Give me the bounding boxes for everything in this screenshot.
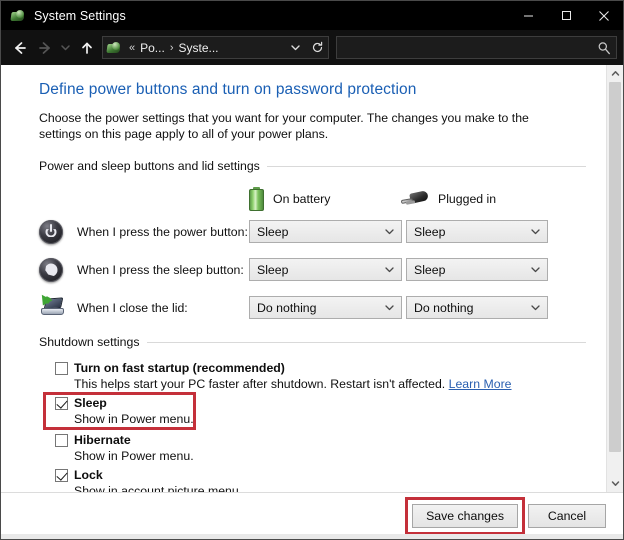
save-button[interactable]: Save changes — [412, 504, 518, 528]
sleep-button-plugged-in-value: Sleep — [407, 263, 445, 277]
scrollbar-track[interactable] — [607, 82, 623, 475]
power-section-header: Power and sleep buttons and lid settings — [39, 159, 586, 173]
power-button-plugged-in-dropdown[interactable]: Sleep — [406, 220, 548, 243]
chevron-down-icon — [530, 297, 541, 318]
checkbox-item-hibernate: Hibernate Show in Power menu. — [55, 432, 586, 464]
setting-label-power-button: When I press the power button: — [77, 225, 249, 239]
setting-label-sleep-button: When I press the sleep button: — [77, 263, 249, 277]
checkbox-item-fast-startup: Turn on fast startup (recommended) This … — [55, 360, 586, 392]
chevron-down-icon — [530, 221, 541, 242]
breadcrumb-root[interactable]: « — [126, 42, 138, 54]
laptop-lid-icon — [39, 297, 77, 319]
breadcrumb-item-power-options[interactable]: Po... — [138, 41, 167, 55]
checkbox-item-lock: Lock Show in account picture menu. — [55, 467, 586, 492]
sleep-label[interactable]: Sleep — [74, 395, 107, 411]
breadcrumb-item-system-settings[interactable]: Syste... — [176, 41, 220, 55]
fast-startup-checkbox[interactable] — [55, 362, 68, 375]
lock-label[interactable]: Lock — [74, 467, 103, 483]
fast-startup-description: This helps start your PC faster after sh… — [74, 376, 586, 392]
scroll-up-arrow-icon[interactable] — [607, 65, 623, 82]
setting-row-close-lid: When I close the lid: Do nothing Do noth… — [39, 294, 586, 321]
power-plug-icon — [401, 190, 429, 208]
address-bar-chevron-down-icon[interactable] — [284, 37, 306, 58]
recent-locations-chevron-down-icon[interactable] — [57, 35, 74, 61]
up-arrow-icon[interactable] — [74, 35, 99, 61]
cancel-button[interactable]: Cancel — [528, 504, 606, 528]
page-title: Define power buttons and turn on passwor… — [39, 81, 586, 99]
scrollbar-thumb[interactable] — [609, 82, 621, 452]
checkbox-item-sleep: Sleep Show in Power menu. — [55, 395, 586, 427]
sleep-button-on-battery-dropdown[interactable]: Sleep — [249, 258, 402, 281]
power-button-on-battery-value: Sleep — [250, 225, 288, 239]
power-column-headers: On battery Plugged in — [39, 184, 586, 214]
dialog-footer: Save changes Cancel — [1, 492, 623, 539]
close-lid-on-battery-dropdown[interactable]: Do nothing — [249, 296, 402, 319]
refresh-icon[interactable] — [306, 37, 328, 58]
power-button-plugged-in-value: Sleep — [407, 225, 445, 239]
search-input[interactable] — [337, 37, 592, 58]
title-bar: System Settings — [1, 1, 623, 30]
learn-more-link[interactable]: Learn More — [449, 377, 512, 391]
power-button-icon — [39, 220, 77, 244]
column-plugged-in-label: Plugged in — [438, 192, 496, 206]
settings-pane: Define power buttons and turn on passwor… — [1, 65, 606, 492]
sleep-description: Show in Power menu. — [74, 411, 586, 427]
address-bar[interactable]: « Po... › Syste... — [102, 36, 329, 59]
search-box[interactable] — [336, 36, 617, 59]
column-on-battery-label: On battery — [273, 192, 330, 206]
page-description: Choose the power settings that you want … — [39, 110, 557, 142]
lock-checkbox[interactable] — [55, 469, 68, 482]
window-controls — [509, 1, 623, 30]
power-button-on-battery-dropdown[interactable]: Sleep — [249, 220, 402, 243]
section-divider — [147, 342, 587, 343]
window-title: System Settings — [34, 9, 126, 23]
save-button-wrapper: Save changes — [412, 504, 518, 528]
scroll-down-arrow-icon[interactable] — [607, 475, 623, 492]
search-icon[interactable] — [592, 37, 616, 58]
system-settings-icon — [10, 8, 26, 24]
battery-icon — [249, 187, 264, 211]
column-on-battery: On battery — [249, 187, 401, 211]
system-settings-window: System Settings — [0, 0, 624, 540]
back-arrow-icon[interactable] — [7, 35, 32, 61]
address-bar-folder-icon — [106, 40, 122, 56]
close-lid-on-battery-value: Do nothing — [250, 301, 316, 315]
chevron-down-icon — [384, 297, 395, 318]
vertical-scrollbar[interactable] — [606, 65, 623, 492]
shutdown-section-label: Shutdown settings — [39, 335, 140, 349]
fast-startup-description-text: This helps start your PC faster after sh… — [74, 377, 445, 391]
chevron-down-icon — [384, 259, 395, 280]
setting-label-close-lid: When I close the lid: — [77, 301, 249, 315]
maximize-icon[interactable] — [547, 1, 585, 30]
hibernate-checkbox[interactable] — [55, 434, 68, 447]
sleep-checkbox[interactable] — [55, 397, 68, 410]
close-lid-plugged-in-value: Do nothing — [407, 301, 473, 315]
setting-row-power-button: When I press the power button: Sleep Sle… — [39, 218, 586, 245]
close-lid-plugged-in-dropdown[interactable]: Do nothing — [406, 296, 548, 319]
forward-arrow-icon[interactable] — [32, 35, 57, 61]
column-plugged-in: Plugged in — [401, 190, 543, 208]
footer-strip — [1, 534, 623, 539]
hibernate-label[interactable]: Hibernate — [74, 432, 131, 448]
setting-row-sleep-button: When I press the sleep button: Sleep Sle… — [39, 256, 586, 283]
shutdown-options-list: Turn on fast startup (recommended) This … — [39, 360, 586, 492]
sleep-button-on-battery-value: Sleep — [250, 263, 288, 277]
close-icon[interactable] — [585, 1, 623, 30]
sleep-moon-icon — [39, 258, 77, 282]
fast-startup-label[interactable]: Turn on fast startup (recommended) — [74, 360, 285, 376]
sleep-button-plugged-in-dropdown[interactable]: Sleep — [406, 258, 548, 281]
minimize-icon[interactable] — [509, 1, 547, 30]
chevron-down-icon — [384, 221, 395, 242]
chevron-down-icon — [530, 259, 541, 280]
breadcrumb-separator: › — [167, 42, 177, 54]
lock-description: Show in account picture menu. — [74, 483, 586, 492]
shutdown-section-header: Shutdown settings — [39, 335, 586, 349]
hibernate-description: Show in Power menu. — [74, 448, 586, 464]
content-area: Define power buttons and turn on passwor… — [1, 65, 623, 492]
power-section-label: Power and sleep buttons and lid settings — [39, 159, 260, 173]
navigation-bar: « Po... › Syste... — [1, 30, 623, 65]
section-divider — [267, 166, 586, 167]
